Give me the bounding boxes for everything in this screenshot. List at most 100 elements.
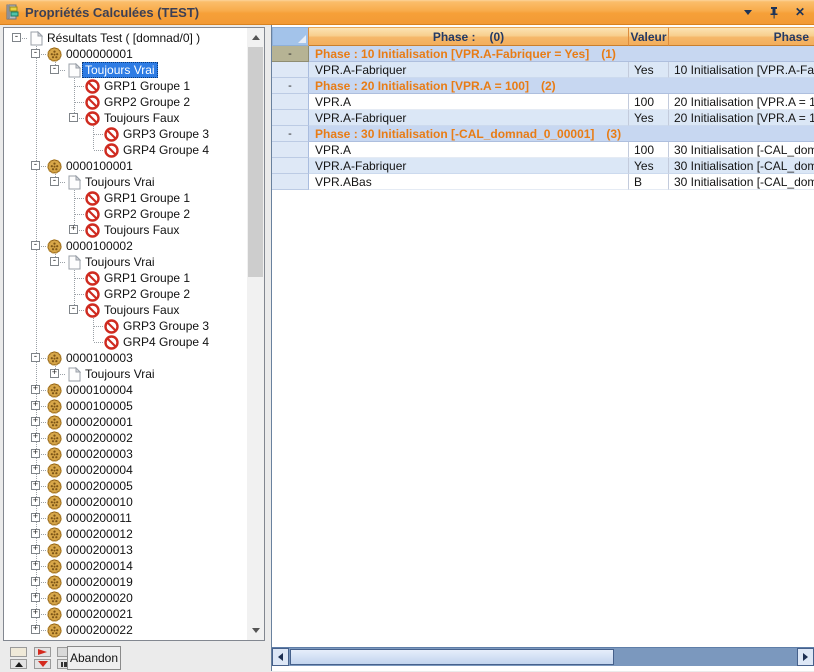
- expander-plus-icon[interactable]: +: [31, 417, 40, 426]
- tree-item[interactable]: +0000200021: [8, 606, 247, 622]
- expander-plus-icon[interactable]: +: [31, 465, 40, 474]
- tree-item[interactable]: +Toujours Vrai: [8, 366, 247, 382]
- row-indicator-cell[interactable]: -: [272, 78, 309, 94]
- row-indicator-cell[interactable]: [272, 94, 309, 110]
- select-all-corner[interactable]: [272, 27, 309, 46]
- tree-item[interactable]: GRP1 Groupe 1: [8, 78, 247, 94]
- tree-item[interactable]: +0000200011: [8, 510, 247, 526]
- grid-data-row[interactable]: VPR.A-FabriquerYes30 Initialisation [-CA…: [272, 158, 814, 174]
- expander-plus-icon[interactable]: +: [31, 609, 40, 618]
- column-header-phase[interactable]: Phase: [669, 27, 814, 46]
- expander-minus-icon[interactable]: -: [69, 305, 78, 314]
- row-indicator-cell[interactable]: [272, 158, 309, 174]
- expander-plus-icon[interactable]: +: [31, 513, 40, 522]
- tree-item[interactable]: GRP2 Groupe 2: [8, 286, 247, 302]
- scroll-up-button[interactable]: [247, 29, 264, 46]
- tree-item[interactable]: +0000200005: [8, 478, 247, 494]
- grid-horizontal-scrollbar[interactable]: [272, 647, 814, 666]
- flag-button[interactable]: [34, 647, 51, 657]
- expander-plus-icon[interactable]: +: [69, 225, 78, 234]
- expander-plus-icon[interactable]: +: [31, 577, 40, 586]
- tree-item[interactable]: -Toujours Faux: [8, 110, 247, 126]
- tree-item[interactable]: -Toujours Vrai: [8, 174, 247, 190]
- tree-item[interactable]: -0000000001: [8, 46, 247, 62]
- tree-item[interactable]: +0000200002: [8, 430, 247, 446]
- grid-group-row[interactable]: -Phase : 30 Initialisation [-CAL_domnad_…: [272, 126, 814, 142]
- scrollbar-thumb[interactable]: [290, 649, 614, 665]
- tree-vertical-scrollbar[interactable]: [247, 28, 264, 640]
- row-indicator-cell[interactable]: -: [272, 126, 309, 142]
- grid-data-row[interactable]: VPR.ABasB30 Initialisation [-CAL_domnad: [272, 174, 814, 190]
- expander-plus-icon[interactable]: +: [50, 369, 59, 378]
- expander-plus-icon[interactable]: +: [31, 433, 40, 442]
- expander-plus-icon[interactable]: +: [31, 449, 40, 458]
- tree-item[interactable]: -Toujours Faux: [8, 302, 247, 318]
- column-header-phase0[interactable]: Phase : (0): [309, 27, 629, 46]
- scroll-down-button[interactable]: [247, 622, 264, 639]
- tree-item[interactable]: +0000200014: [8, 558, 247, 574]
- tree-item[interactable]: -Toujours Vrai: [8, 62, 247, 78]
- grid-group-row[interactable]: -Phase : 20 Initialisation [VPR.A = 100]…: [272, 78, 814, 94]
- tree-item[interactable]: -0000100002: [8, 238, 247, 254]
- grid-data-row[interactable]: VPR.A-FabriquerYes10 Initialisation [VPR…: [272, 62, 814, 78]
- scroll-left-button[interactable]: [272, 648, 289, 666]
- tree-item[interactable]: +0000100005: [8, 398, 247, 414]
- expander-minus-icon[interactable]: -: [12, 33, 21, 42]
- expander-plus-icon[interactable]: +: [31, 481, 40, 490]
- tree-item[interactable]: +0000200001: [8, 414, 247, 430]
- expander-minus-icon[interactable]: -: [31, 353, 40, 362]
- tree-item[interactable]: GRP3 Groupe 3: [8, 318, 247, 334]
- tree-item[interactable]: +0000200003: [8, 446, 247, 462]
- expander-minus-icon[interactable]: -: [50, 65, 59, 74]
- pin-button[interactable]: [766, 4, 782, 20]
- up-button[interactable]: [10, 659, 27, 669]
- tree-item[interactable]: -Toujours Vrai: [8, 254, 247, 270]
- beige-swatch-button[interactable]: [10, 647, 27, 657]
- expander-plus-icon[interactable]: +: [31, 385, 40, 394]
- scroll-right-button[interactable]: [797, 648, 814, 666]
- expander-plus-icon[interactable]: +: [31, 497, 40, 506]
- expander-minus-icon[interactable]: -: [50, 177, 59, 186]
- tree-item[interactable]: +0000200013: [8, 542, 247, 558]
- expander-plus-icon[interactable]: +: [31, 593, 40, 602]
- tree-item[interactable]: GRP4 Groupe 4: [8, 334, 247, 350]
- tree-item[interactable]: +0000200022: [8, 622, 247, 638]
- expander-minus-icon[interactable]: -: [31, 241, 40, 250]
- tree-item[interactable]: -0000100001: [8, 158, 247, 174]
- grid-data-row[interactable]: VPR.A10020 Initialisation [VPR.A = 100]: [272, 94, 814, 110]
- tree-item[interactable]: +0000200004: [8, 462, 247, 478]
- tree-item[interactable]: +0000200020: [8, 590, 247, 606]
- tree-item[interactable]: GRP1 Groupe 1: [8, 270, 247, 286]
- grid-data-row[interactable]: VPR.A-FabriquerYes20 Initialisation [VPR…: [272, 110, 814, 126]
- expander-plus-icon[interactable]: +: [31, 545, 40, 554]
- expander-plus-icon[interactable]: +: [31, 401, 40, 410]
- tree-item[interactable]: +Toujours Faux: [8, 222, 247, 238]
- grid-group-row[interactable]: -Phase : 10 Initialisation [VPR.A-Fabriq…: [272, 46, 814, 62]
- row-indicator-cell[interactable]: [272, 62, 309, 78]
- tree-item[interactable]: GRP2 Groupe 2: [8, 94, 247, 110]
- tree-item[interactable]: +0000100004: [8, 382, 247, 398]
- tree-item[interactable]: GRP1 Groupe 1: [8, 190, 247, 206]
- tree-item[interactable]: -0000100003: [8, 350, 247, 366]
- tree-item[interactable]: GRP3 Groupe 3: [8, 126, 247, 142]
- expander-minus-icon[interactable]: -: [69, 113, 78, 122]
- expander-plus-icon[interactable]: +: [31, 625, 40, 634]
- tree-item[interactable]: +0000200010: [8, 494, 247, 510]
- tree-item[interactable]: GRP4 Groupe 4: [8, 142, 247, 158]
- expander-minus-icon[interactable]: -: [31, 49, 40, 58]
- close-button[interactable]: ✕: [792, 4, 808, 20]
- grid-data-row[interactable]: VPR.A10030 Initialisation [-CAL_domnad: [272, 142, 814, 158]
- abandon-button[interactable]: Abandon: [67, 646, 121, 670]
- row-indicator-cell[interactable]: [272, 174, 309, 190]
- expander-minus-icon[interactable]: -: [50, 257, 59, 266]
- row-indicator-cell[interactable]: [272, 142, 309, 158]
- tree-item[interactable]: -Résultats Test ( [domnad/0] ): [8, 30, 247, 46]
- window-menu-button[interactable]: [740, 4, 756, 20]
- tree-item[interactable]: GRP2 Groupe 2: [8, 206, 247, 222]
- expander-minus-icon[interactable]: -: [31, 161, 40, 170]
- tree-item[interactable]: +0000200019: [8, 574, 247, 590]
- row-indicator-cell[interactable]: [272, 110, 309, 126]
- expander-plus-icon[interactable]: +: [31, 561, 40, 570]
- column-header-valeur[interactable]: Valeur: [629, 27, 669, 46]
- row-indicator-cell[interactable]: -: [272, 46, 309, 62]
